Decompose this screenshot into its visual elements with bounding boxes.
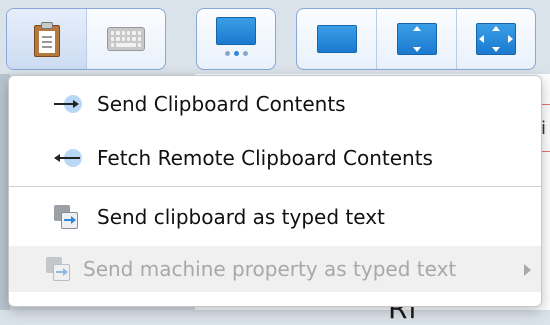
typed-text-icon	[46, 257, 72, 281]
menu-item-label: Fetch Remote Clipboard Contents	[97, 146, 433, 170]
window-icon	[316, 25, 357, 53]
send-arrow-icon	[54, 95, 82, 113]
clipboard-menu: Send Clipboard Contents Fetch Remote Cli…	[8, 75, 542, 307]
display-button[interactable]	[197, 9, 275, 69]
display-group	[196, 8, 276, 70]
menu-item-send-machine-property[interactable]: Send machine property as typed text	[9, 246, 541, 292]
keyboard-button[interactable]	[86, 9, 165, 69]
toolbar	[0, 0, 550, 80]
window-button[interactable]	[297, 9, 376, 69]
menu-item-send-clipboard[interactable]: Send Clipboard Contents	[9, 81, 541, 127]
display-icon	[216, 17, 256, 61]
menu-item-fetch-clipboard[interactable]: Fetch Remote Clipboard Contents	[9, 135, 541, 181]
keyboard-icon	[107, 27, 145, 51]
fit-vertical-icon	[396, 23, 437, 55]
clipboard-keyboard-group	[6, 8, 166, 70]
view-mode-group	[296, 8, 536, 70]
menu-item-label: Send machine property as typed text	[83, 257, 457, 281]
menu-item-label: Send Clipboard Contents	[97, 92, 346, 116]
fullscreen-icon	[475, 23, 516, 55]
menu-item-label: Send clipboard as typed text	[97, 205, 385, 229]
typed-text-icon	[54, 205, 80, 229]
menu-item-send-typed-text[interactable]: Send clipboard as typed text	[9, 194, 541, 240]
submenu-arrow-icon	[524, 264, 531, 276]
menu-separator	[9, 186, 541, 187]
fetch-arrow-icon	[54, 149, 82, 167]
clipboard-icon	[32, 21, 62, 57]
fullscreen-button[interactable]	[455, 9, 535, 69]
clipboard-button[interactable]	[7, 9, 86, 69]
fit-vertical-button[interactable]	[376, 9, 455, 69]
